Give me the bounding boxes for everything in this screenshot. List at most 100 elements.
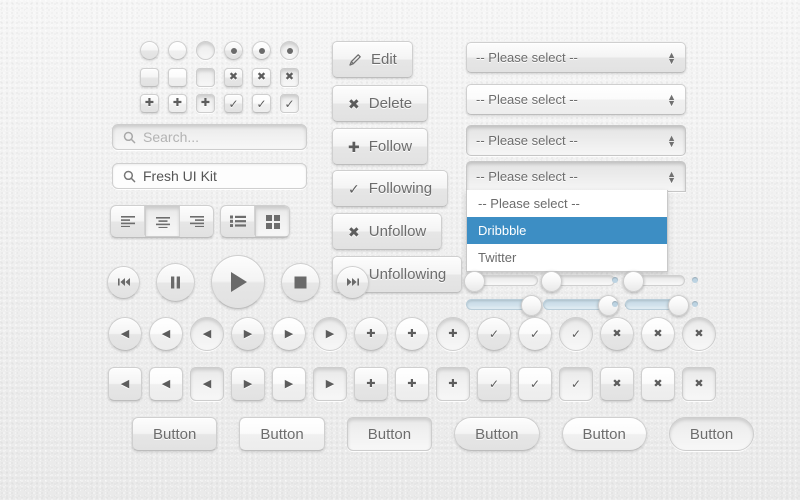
checkbox-normal-cross[interactable]: ✖ <box>224 68 243 87</box>
select-hover[interactable]: -- Please select -- ▲ ▼ <box>466 84 686 115</box>
button-pill-normal[interactable]: Button <box>454 417 540 451</box>
dropdown-option-label: -- Please select -- <box>478 196 580 211</box>
previous-button[interactable] <box>107 265 140 299</box>
checkbox-pressed-plus[interactable]: ✚ <box>196 94 215 113</box>
checkbox-hover-plus[interactable]: ✚ <box>168 94 187 113</box>
stop-icon <box>294 276 307 288</box>
dropdown-option-twitter[interactable]: Twitter <box>467 244 667 271</box>
cross-square-pressed[interactable]: ✖ <box>682 367 716 401</box>
arrow-left-round-hover[interactable]: ◀ <box>149 317 183 351</box>
plus-square-pressed[interactable]: ✚ <box>436 367 470 401</box>
check-round-hover[interactable]: ✓ <box>518 317 552 351</box>
list-view-button[interactable] <box>221 206 255 235</box>
select-normal[interactable]: -- Please select -- ▲ ▼ <box>466 42 686 73</box>
dropdown-option-dribbble[interactable]: Dribbble <box>467 217 667 244</box>
checkbox-normal-check[interactable]: ✓ <box>224 94 243 113</box>
delete-button[interactable]: ✖ Delete <box>332 85 429 122</box>
arrow-left-square-pressed[interactable]: ◀ <box>190 367 224 401</box>
button-pill-hover[interactable]: Button <box>561 417 647 451</box>
check-round-pressed[interactable]: ✓ <box>559 317 593 351</box>
cross-round-hover[interactable]: ✖ <box>641 317 675 351</box>
arrow-left-round-normal[interactable]: ◀ <box>108 317 142 351</box>
plus-square-hover[interactable]: ✚ <box>395 367 429 401</box>
slider-check-filled[interactable] <box>543 295 619 316</box>
dropdown-option-placeholder[interactable]: -- Please select -- <box>467 190 667 217</box>
cross-square-hover[interactable]: ✖ <box>641 367 675 401</box>
align-left-button[interactable] <box>111 206 145 235</box>
arrow-right-round-pressed[interactable]: ▶ <box>313 317 347 351</box>
slider-knob[interactable] <box>668 295 689 316</box>
delete-button-label: Delete <box>368 95 413 112</box>
search-input-placeholder[interactable]: Search... <box>112 124 307 150</box>
arrow-right-square-pressed[interactable]: ▶ <box>313 367 347 401</box>
checkbox-pressed-empty[interactable] <box>196 68 215 87</box>
button-rect-normal[interactable]: Button <box>132 417 218 451</box>
radio-hover-checked[interactable] <box>252 41 271 60</box>
following-button[interactable]: ✓ Following <box>332 170 449 207</box>
cross-square-normal[interactable]: ✖ <box>600 367 634 401</box>
checkbox-pressed-cross[interactable]: ✖ <box>280 68 299 87</box>
arrow-right-round-normal[interactable]: ▶ <box>231 317 265 351</box>
check-square-hover[interactable]: ✓ <box>518 367 552 401</box>
align-center-button[interactable] <box>145 206 180 237</box>
plus-round-pressed[interactable]: ✚ <box>436 317 470 351</box>
slider-dotted-filled[interactable] <box>625 295 689 316</box>
select-pressed[interactable]: -- Please select -- ▲ ▼ <box>466 125 686 156</box>
checkbox-hover-check[interactable]: ✓ <box>252 94 271 113</box>
follow-button[interactable]: ✚ Follow <box>332 128 429 165</box>
checkbox-hover-empty[interactable] <box>168 68 187 87</box>
search-placeholder-text: Search... <box>143 129 200 145</box>
unfollow-button-label: Unfollow <box>368 223 427 240</box>
cross-round-normal[interactable]: ✖ <box>600 317 634 351</box>
cross-icon: ✖ <box>694 377 704 390</box>
slider-empty-left[interactable] <box>464 271 538 292</box>
slider-dotted-empty[interactable] <box>623 271 685 292</box>
grid-view-button[interactable] <box>255 206 289 237</box>
list-view-icon <box>229 215 246 227</box>
pause-button[interactable] <box>156 262 195 302</box>
plus-round-hover[interactable]: ✚ <box>395 317 429 351</box>
align-right-button[interactable] <box>180 206 213 235</box>
arrow-right-icon: ▶ <box>325 327 335 340</box>
chevron-updown-icon: ▲ ▼ <box>667 91 676 108</box>
checkbox-hover-cross[interactable]: ✖ <box>252 68 271 87</box>
button-rect-pressed[interactable]: Button <box>346 417 433 451</box>
checkbox-normal-empty[interactable] <box>140 68 159 87</box>
slider-dot-icon <box>692 301 698 307</box>
radio-pressed-unchecked[interactable] <box>196 41 215 60</box>
radio-hover-unchecked[interactable] <box>168 41 187 60</box>
plus-square-normal[interactable]: ✚ <box>354 367 388 401</box>
plus-icon: ✚ <box>144 97 155 109</box>
arrow-right-square-normal[interactable]: ▶ <box>231 367 265 401</box>
slider-knob[interactable] <box>521 295 542 316</box>
checkbox-pressed-check[interactable]: ✓ <box>280 94 299 113</box>
stop-button[interactable] <box>281 262 320 302</box>
radio-normal-unchecked[interactable] <box>140 41 159 60</box>
arrow-left-square-hover[interactable]: ◀ <box>149 367 183 401</box>
checkbox-normal-plus[interactable]: ✚ <box>140 94 159 113</box>
cross-round-pressed[interactable]: ✖ <box>682 317 716 351</box>
unfollow-button[interactable]: ✖ Unfollow <box>332 213 443 250</box>
check-square-normal[interactable]: ✓ <box>477 367 511 401</box>
slider-filled-right[interactable] <box>466 295 542 316</box>
slider-knob[interactable] <box>623 271 644 292</box>
slider-x-empty[interactable] <box>541 271 615 292</box>
select-open[interactable]: -- Please select -- ▲ ▼ <box>466 161 686 192</box>
plus-round-normal[interactable]: ✚ <box>354 317 388 351</box>
check-square-pressed[interactable]: ✓ <box>559 367 593 401</box>
next-button[interactable] <box>336 265 369 299</box>
button-rect-hover[interactable]: Button <box>239 417 325 451</box>
button-pill-pressed[interactable]: Button <box>668 417 755 451</box>
radio-normal-checked[interactable] <box>224 41 243 60</box>
slider-knob[interactable] <box>464 271 485 292</box>
arrow-left-round-pressed[interactable]: ◀ <box>190 317 224 351</box>
arrow-right-square-hover[interactable]: ▶ <box>272 367 306 401</box>
check-round-normal[interactable]: ✓ <box>477 317 511 351</box>
edit-button[interactable]: Edit <box>332 41 413 78</box>
arrow-right-round-hover[interactable]: ▶ <box>272 317 306 351</box>
arrow-left-square-normal[interactable]: ◀ <box>108 367 142 401</box>
radio-pressed-checked[interactable] <box>280 41 299 60</box>
search-input-filled[interactable]: Fresh UI Kit <box>112 163 307 189</box>
play-button[interactable] <box>211 255 265 309</box>
slider-knob[interactable] <box>541 271 562 292</box>
